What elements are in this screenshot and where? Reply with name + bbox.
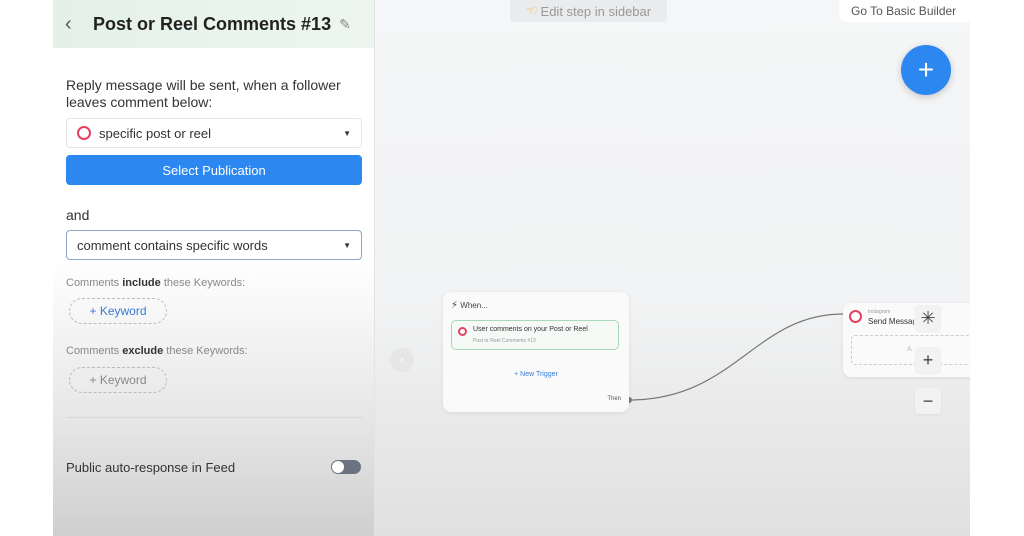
trigger-node[interactable]: ⚡︎ When... User comments on your Post or…: [443, 292, 629, 412]
exclude-label: Comments exclude these Keywords:: [66, 345, 248, 357]
action-placeholder: A: [907, 346, 912, 353]
public-response-label: Public auto-response in Feed: [66, 460, 236, 475]
condition-select-value: comment contains specific words: [77, 237, 268, 253]
include-label-post: these Keywords:: [160, 277, 246, 289]
back-icon[interactable]: ‹: [65, 13, 93, 36]
and-label: and: [66, 207, 90, 223]
collapse-sidebar-button[interactable]: ‹: [390, 348, 414, 372]
instagram-icon: [849, 310, 862, 323]
description: Reply message will be sent, when a follo…: [66, 77, 341, 110]
include-label-pre: Comments: [66, 277, 123, 289]
lightning-icon: ⚡︎: [451, 300, 459, 311]
zoom-out-button[interactable]: −: [915, 388, 941, 414]
exclude-label-bold: exclude: [122, 345, 164, 357]
hand-icon: ☜: [525, 3, 538, 18]
exclude-label-post: these Keywords:: [163, 345, 248, 357]
include-label-bold: include: [122, 277, 161, 289]
post-select[interactable]: specific post or reel ▼: [66, 118, 362, 148]
include-keyword-button[interactable]: + Keyword: [69, 298, 167, 324]
auto-arrange-button[interactable]: ✳: [915, 305, 941, 331]
select-publication-button[interactable]: Select Publication: [66, 155, 362, 185]
trigger-subtitle: Post or Reel Comments #13: [473, 338, 536, 344]
action-title: Send Message: [868, 317, 914, 326]
magic-wand-icon: ✳: [920, 307, 936, 328]
sidebar: ‹ Post or Reel Comments #13 ✎ Reply mess…: [53, 0, 375, 536]
exclude-keyword-button[interactable]: + Keyword: [69, 367, 167, 393]
plus-icon: +: [917, 54, 935, 85]
then-label: Then: [607, 396, 621, 402]
new-trigger-button[interactable]: + New Trigger: [443, 371, 629, 378]
divider: [66, 417, 362, 418]
action-node[interactable]: Instagram Send Message A: [843, 303, 970, 377]
when-label: When...: [460, 301, 488, 310]
flow-canvas[interactable]: ☜ Edit step in sidebar Go To Basic Builde…: [375, 0, 970, 536]
add-step-button[interactable]: +: [901, 45, 951, 95]
connection-line: [626, 313, 844, 403]
caret-down-icon: ▼: [343, 240, 351, 250]
minus-icon: −: [922, 390, 934, 411]
public-response-toggle[interactable]: [331, 460, 361, 474]
basic-builder-button[interactable]: Go To Basic Builder: [839, 0, 970, 22]
trigger-node-header: ⚡︎ When...: [451, 300, 488, 311]
instagram-icon: [77, 126, 91, 140]
action-platform: Instagram: [868, 309, 891, 315]
edit-pencil-icon[interactable]: ✎: [339, 16, 351, 33]
include-label: Comments include these Keywords:: [66, 277, 245, 289]
exclude-label-pre: Comments: [66, 345, 123, 357]
page-title: Post or Reel Comments #13: [93, 13, 332, 34]
action-dropzone[interactable]: A: [851, 335, 970, 365]
chevron-left-icon: ‹: [400, 353, 404, 367]
post-select-value: specific post or reel: [99, 125, 211, 141]
instagram-icon: [458, 327, 467, 336]
trigger-item[interactable]: User comments on your Post or Reel Post …: [451, 320, 619, 350]
condition-select[interactable]: comment contains specific words ▼: [66, 230, 362, 260]
edit-hint-text: Edit step in sidebar: [540, 3, 652, 19]
plus-icon: +: [922, 349, 934, 370]
trigger-title: User comments on your Post or Reel: [473, 326, 588, 333]
edit-step-hint: ☜ Edit step in sidebar: [510, 0, 667, 22]
sidebar-header: ‹ Post or Reel Comments #13 ✎: [53, 0, 374, 48]
caret-down-icon: ▼: [343, 128, 351, 138]
zoom-in-button[interactable]: +: [915, 347, 941, 373]
